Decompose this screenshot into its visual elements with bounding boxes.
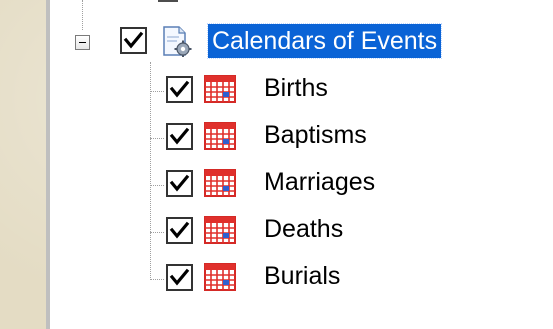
checkbox-marriages[interactable]	[166, 170, 193, 197]
checkbox-baptisms[interactable]	[166, 123, 193, 150]
checkbox-calendars-of-events[interactable]	[120, 27, 147, 54]
tree-item-deaths[interactable]: Deaths	[50, 212, 553, 246]
tree-item-births[interactable]: Births	[50, 71, 553, 105]
tree-item-label[interactable]: Births	[260, 71, 332, 105]
tree-item-burials[interactable]: Burials	[50, 259, 553, 293]
tree-item-previous-partial	[158, 0, 268, 8]
calendar-icon	[203, 168, 237, 198]
checkbox-births[interactable]	[166, 76, 193, 103]
calendar-icon	[203, 74, 237, 104]
checkbox-partial	[158, 0, 178, 2]
calendar-icon	[203, 121, 237, 151]
tree-item-calendars-of-events[interactable]: Calendars of Events	[50, 23, 553, 59]
calendar-icon	[203, 262, 237, 292]
tree-item-label[interactable]: Calendars of Events	[206, 23, 443, 59]
tree-item-label[interactable]: Baptisms	[260, 118, 371, 152]
tree-item-label[interactable]: Burials	[260, 259, 344, 293]
checkbox-deaths[interactable]	[166, 217, 193, 244]
tree-item-baptisms[interactable]: Baptisms	[50, 118, 553, 152]
tree-item-marriages[interactable]: Marriages	[50, 165, 553, 199]
calendar-icon	[203, 215, 237, 245]
checkbox-burials[interactable]	[166, 264, 193, 291]
tree-view: Calendars of Events Births Baptisms Marr…	[46, 0, 553, 329]
collapse-toggle-icon[interactable]	[75, 35, 90, 50]
tree-item-label[interactable]: Marriages	[260, 165, 379, 199]
tree-item-label[interactable]: Deaths	[260, 212, 347, 246]
gear-document-icon	[159, 25, 193, 58]
